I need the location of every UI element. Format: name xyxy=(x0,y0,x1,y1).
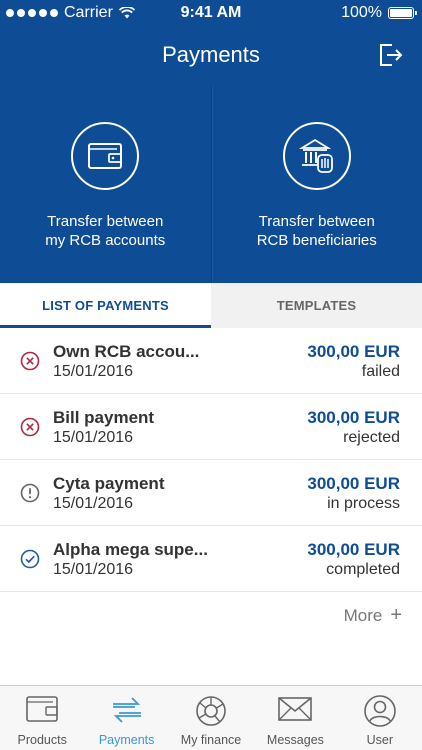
wallet-icon-circle xyxy=(71,122,140,190)
payment-title: Bill payment xyxy=(53,408,155,427)
tile-label-line2: RCB beneficiaries xyxy=(256,232,377,249)
battery-icon xyxy=(388,7,417,19)
transfer-tiles: Transfer between my RCB accounts Transfe… xyxy=(0,86,422,283)
status-right: 100% xyxy=(341,4,417,22)
payment-date: 15/01/2016 xyxy=(53,561,134,578)
wallet-icon xyxy=(26,696,59,722)
bottom-tab-bar: Products Payments My finance Messages Us… xyxy=(0,685,422,750)
payment-amount: 300,00 EUR xyxy=(307,342,400,361)
payment-date: 15/01/2016 xyxy=(53,429,134,446)
transfer-own-accounts-tile[interactable]: Transfer between my RCB accounts xyxy=(0,86,211,283)
user-icon xyxy=(364,695,396,727)
tabbar-item-my-finance[interactable]: My finance xyxy=(169,686,253,750)
tabbar-label: My finance xyxy=(180,733,242,747)
envelope-icon xyxy=(278,697,313,721)
wallet-icon xyxy=(88,143,123,169)
logout-icon[interactable] xyxy=(378,42,404,68)
payments-list: Own RCB accou... 15/01/2016 300,00 EUR f… xyxy=(0,328,422,592)
pie-chart-icon xyxy=(196,696,226,726)
more-button[interactable]: More + xyxy=(344,604,402,627)
payment-amount: 300,00 EUR xyxy=(307,408,400,427)
payment-title: Alpha mega supe... xyxy=(53,540,208,559)
tile-label-line1: Transfer between xyxy=(258,213,375,230)
payment-date: 15/01/2016 xyxy=(53,363,134,380)
payment-amount: 300,00 EUR xyxy=(307,474,400,493)
battery-percent: 100% xyxy=(341,4,382,21)
error-icon xyxy=(20,417,40,437)
payment-date: 15/01/2016 xyxy=(53,495,134,512)
payment-amount: 300,00 EUR xyxy=(307,540,400,559)
transfer-beneficiaries-tile[interactable]: Transfer between RCB beneficiaries xyxy=(210,86,422,283)
page-title: Payments xyxy=(162,42,260,67)
payment-status: completed xyxy=(326,561,400,578)
status-bar: Carrier 9:41 AM 100% xyxy=(0,0,422,28)
payment-status: failed xyxy=(361,363,400,380)
payment-row[interactable]: Alpha mega supe... 15/01/2016 300,00 EUR… xyxy=(0,526,422,592)
payment-row[interactable]: Cyta payment 15/01/2016 300,00 EUR in pr… xyxy=(0,460,422,526)
tabbar-label: Messages xyxy=(266,733,324,747)
more-label: More xyxy=(343,605,383,625)
tab-list-of-payments[interactable]: LIST OF PAYMENTS xyxy=(0,283,211,328)
tabbar-item-messages[interactable]: Messages xyxy=(253,686,337,750)
header-panel: Carrier 9:41 AM 100% Payments Transfer b… xyxy=(0,0,422,283)
tile-label-line1: Transfer between xyxy=(47,213,164,230)
tabbar-item-user[interactable]: User xyxy=(338,686,422,750)
tabbar-item-products[interactable]: Products xyxy=(0,686,84,750)
plus-icon: + xyxy=(390,604,402,626)
payment-status: in process xyxy=(327,495,400,512)
tile-label-line2: my RCB accounts xyxy=(45,232,166,249)
bank-icon-circle xyxy=(282,122,351,190)
tabbar-label: Payments xyxy=(98,733,155,747)
payment-status: rejected xyxy=(343,429,400,446)
warning-icon xyxy=(20,483,40,503)
payments-tabs: LIST OF PAYMENTS TEMPLATES xyxy=(0,283,422,328)
check-icon xyxy=(20,549,40,569)
payment-title: Cyta payment xyxy=(53,474,165,493)
payment-row[interactable]: Own RCB accou... 15/01/2016 300,00 EUR f… xyxy=(0,328,422,394)
bank-icon xyxy=(298,138,333,173)
transfer-arrows-icon xyxy=(112,697,141,723)
tab-templates[interactable]: TEMPLATES xyxy=(211,283,422,328)
tabbar-label: User xyxy=(366,733,394,747)
tabbar-label: Products xyxy=(17,733,67,747)
payment-row[interactable]: Bill payment 15/01/2016 300,00 EUR rejec… xyxy=(0,394,422,460)
payment-title: Own RCB accou... xyxy=(53,342,200,361)
tabbar-item-payments[interactable]: Payments xyxy=(84,686,168,750)
error-icon xyxy=(20,351,40,371)
